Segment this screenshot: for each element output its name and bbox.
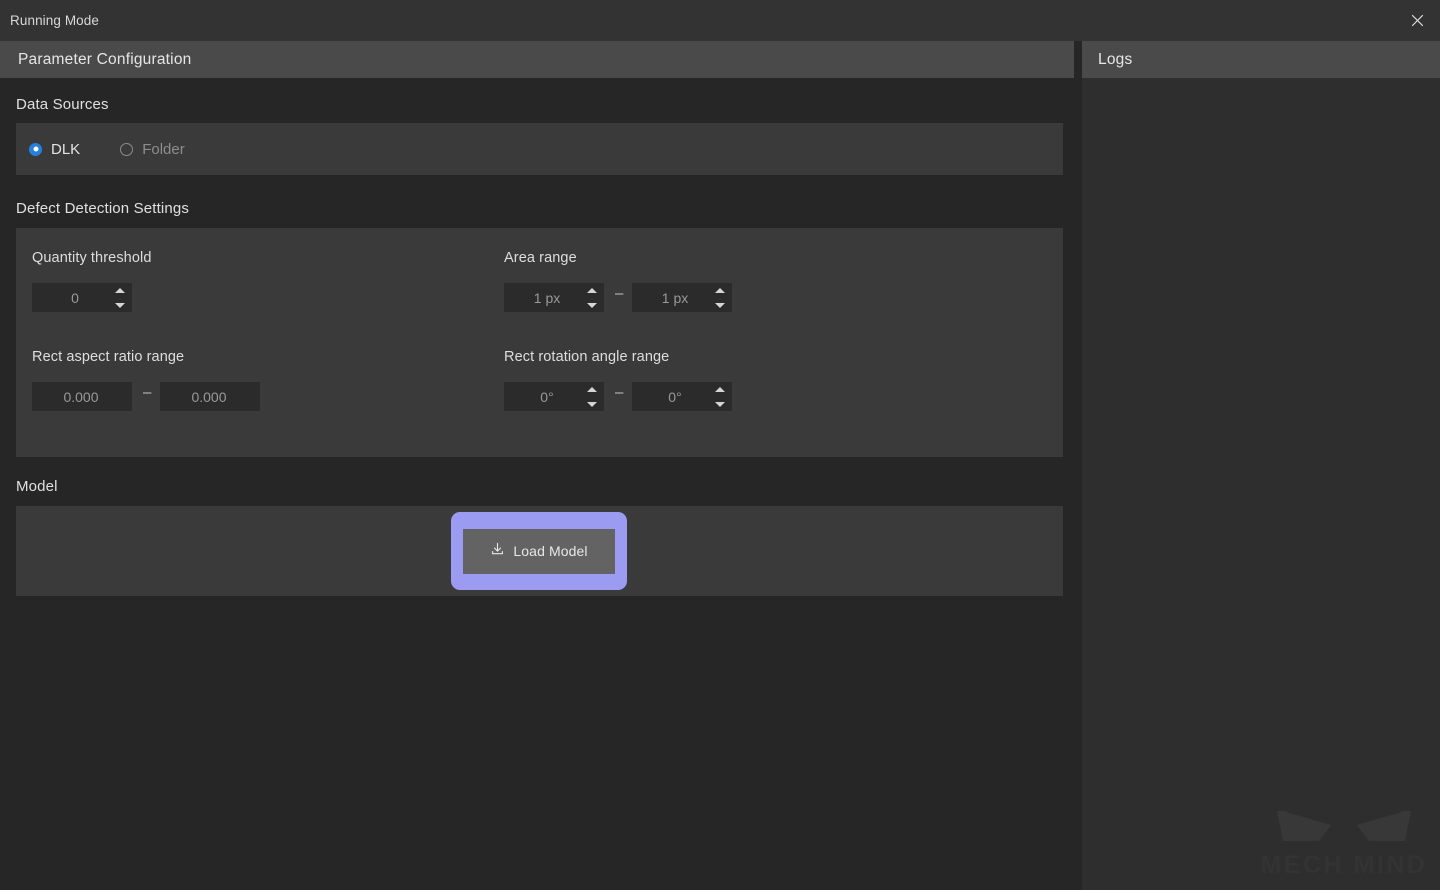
rect-rotation-angle-min-stepper[interactable] [586, 386, 597, 407]
area-range-separator: – [615, 285, 624, 302]
stepper-down-icon[interactable] [714, 302, 725, 308]
mech-mind-watermark-text: MECH MIND [1260, 851, 1428, 879]
area-range-min-input[interactable]: 1 px [504, 283, 604, 312]
model-label: Model [16, 478, 58, 495]
rect-rotation-angle-max-stepper[interactable] [714, 386, 725, 407]
data-sources-label: Data Sources [16, 96, 109, 113]
stepper-up-icon[interactable] [714, 287, 725, 293]
stepper-down-icon[interactable] [714, 401, 725, 407]
rect-aspect-ratio-separator: – [143, 384, 152, 401]
rect-rotation-angle-max-input[interactable]: 0° [632, 382, 732, 411]
download-icon [490, 542, 505, 560]
load-model-focus-ring: Load Model [451, 512, 627, 590]
rect-rotation-angle-range-label: Rect rotation angle range [504, 349, 670, 365]
quantity-threshold-label: Quantity threshold [32, 250, 152, 266]
radio-folder-mark [120, 142, 134, 156]
logs-header: Logs [1082, 41, 1440, 78]
logs-panel: MECH MIND [1082, 78, 1440, 890]
rect-aspect-ratio-max-input[interactable]: 0.000 [160, 382, 260, 411]
radio-option-dlk[interactable]: DLK [29, 141, 80, 158]
data-sources-card: DLK Folder [16, 123, 1063, 175]
mech-mind-watermark: MECH MIND [1256, 805, 1432, 878]
stepper-down-icon[interactable] [586, 302, 597, 308]
radio-dlk-label: DLK [51, 140, 81, 158]
area-range-min-stepper[interactable] [586, 287, 597, 308]
radio-dlk-mark [29, 142, 42, 156]
stepper-up-icon[interactable] [586, 287, 597, 293]
stepper-down-icon[interactable] [586, 401, 597, 407]
rect-aspect-ratio-range-label: Rect aspect ratio range [32, 349, 185, 365]
load-model-button[interactable]: Load Model [463, 528, 615, 574]
panel-divider [1074, 41, 1082, 890]
radio-option-folder[interactable]: Folder [120, 141, 185, 158]
radio-folder-label: Folder [142, 140, 185, 158]
stepper-up-icon[interactable] [114, 287, 125, 293]
data-sources-radio-group: DLK Folder [16, 123, 1063, 175]
window-title: Running Mode [10, 13, 100, 28]
rect-aspect-ratio-min-input[interactable]: 0.000 [32, 382, 132, 411]
quantity-threshold-stepper[interactable] [114, 287, 125, 308]
parameter-configuration-title: Parameter Configuration [18, 50, 192, 68]
parameter-configuration-panel: Data Sources DLK Folder Defect Detection… [0, 78, 1074, 890]
logs-title: Logs [1098, 50, 1133, 68]
running-mode-window: Running Mode Parameter Configuration Log… [0, 0, 1440, 890]
parameter-configuration-header: Parameter Configuration [0, 41, 1074, 78]
defect-detection-label: Defect Detection Settings [16, 200, 190, 217]
rect-rotation-angle-separator: – [615, 384, 624, 401]
mech-mind-logo-icon [1277, 811, 1411, 841]
quantity-threshold-input[interactable]: 0 [32, 283, 132, 312]
area-range-max-stepper[interactable] [714, 287, 725, 308]
title-bar: Running Mode [0, 0, 1440, 41]
load-model-label: Load Model [513, 543, 588, 559]
rect-aspect-ratio-min-value: 0.000 [63, 388, 99, 405]
defect-detection-card: Quantity threshold 0 Area range 1 px – 1 [16, 228, 1063, 457]
area-range-max-input[interactable]: 1 px [632, 283, 732, 312]
rect-rotation-angle-min-input[interactable]: 0° [504, 382, 604, 411]
model-card: Load Model [16, 506, 1063, 596]
close-icon[interactable] [1394, 0, 1440, 41]
stepper-down-icon[interactable] [114, 302, 125, 308]
stepper-up-icon[interactable] [586, 386, 597, 392]
rect-aspect-ratio-max-value: 0.000 [191, 388, 227, 405]
stepper-up-icon[interactable] [714, 386, 725, 392]
area-range-label: Area range [504, 250, 577, 266]
